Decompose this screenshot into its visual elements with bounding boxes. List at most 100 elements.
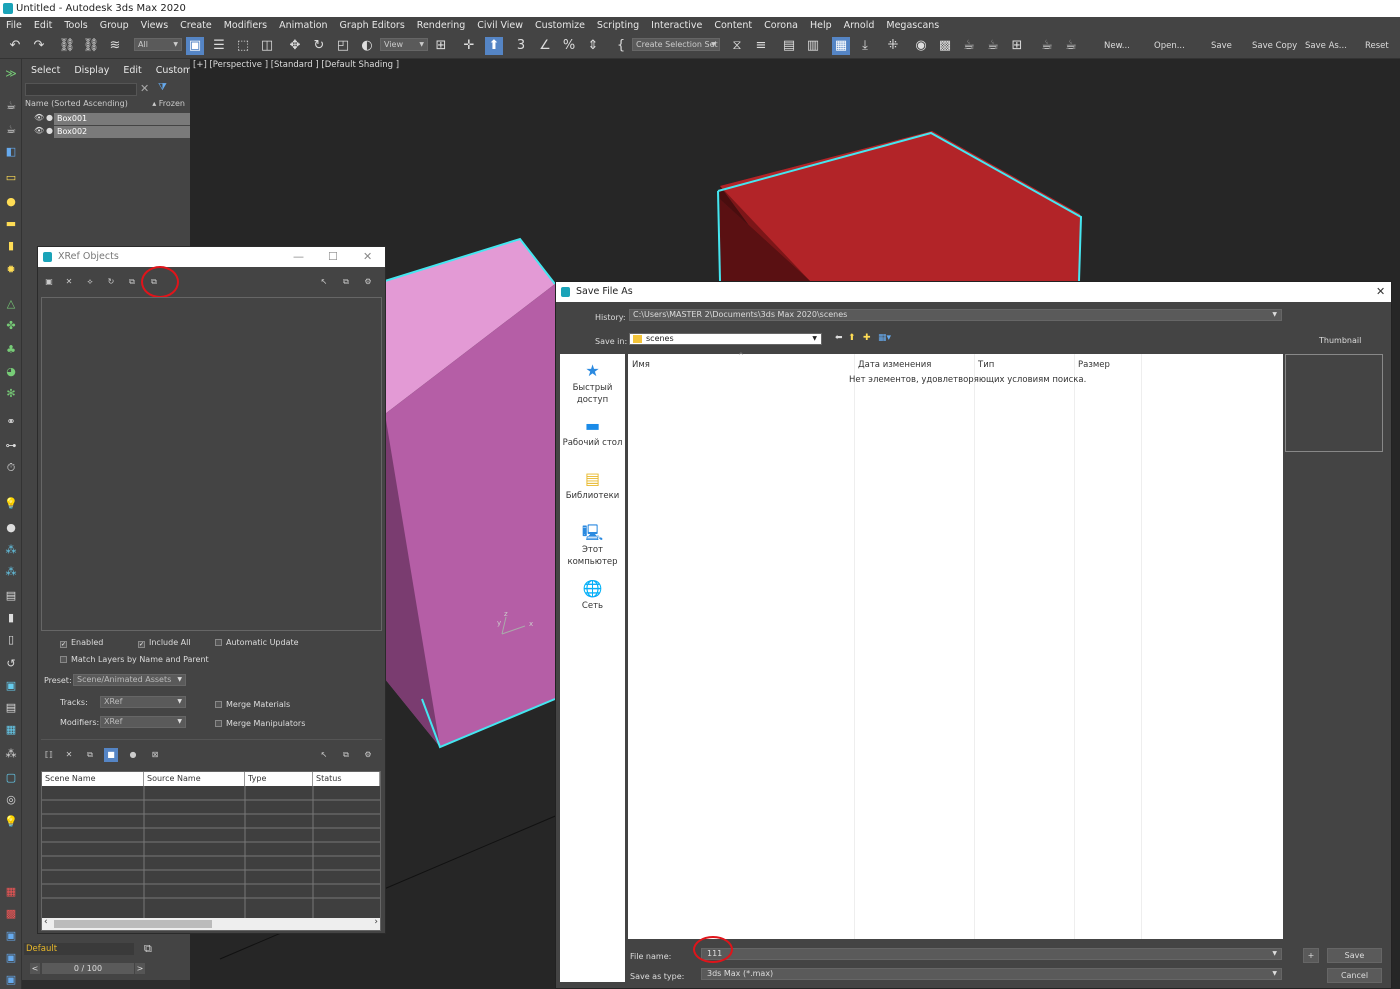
ribbon-toggle-icon[interactable]: ▦: [832, 37, 850, 55]
save-as-type-dropdown[interactable]: 3ds Max (*.max): [701, 968, 1282, 980]
environment-tool-icon[interactable]: ▣: [4, 951, 18, 965]
render-tool-icon[interactable]: ▦: [4, 885, 18, 899]
orbit-tool-icon[interactable]: ◎: [4, 793, 18, 807]
menu-item[interactable]: Rendering: [411, 20, 472, 31]
track-bar[interactable]: [22, 980, 190, 989]
light-create-icon[interactable]: ✹: [4, 263, 18, 277]
xref-files-list[interactable]: [41, 297, 382, 631]
teapot-icon[interactable]: ☕: [4, 99, 18, 113]
col-type[interactable]: Тип: [978, 360, 994, 370]
pivot-center-icon[interactable]: ⊞: [432, 37, 450, 55]
new-folder-icon[interactable]: ✚: [863, 333, 871, 343]
maximize-icon[interactable]: ☐: [328, 247, 338, 267]
menu-item[interactable]: Tools: [58, 20, 93, 31]
snaps-toggle-icon[interactable]: 3: [512, 37, 530, 55]
box-create-icon[interactable]: ▭: [4, 171, 18, 185]
list-controllers-icon[interactable]: ⊠: [148, 748, 162, 762]
grid-tool-icon[interactable]: ▤: [4, 589, 18, 603]
explorer-tab[interactable]: Display: [65, 65, 114, 76]
particles-create-icon[interactable]: ✻: [4, 387, 18, 401]
link-tool-icon[interactable]: ⚭: [4, 415, 18, 429]
save-copy-button[interactable]: Save Copy: [1252, 41, 1297, 51]
menu-item[interactable]: Graph Editors: [334, 20, 411, 31]
explorer-tab[interactable]: Select: [22, 65, 65, 76]
reference-coordinate-dropdown[interactable]: View: [380, 38, 428, 51]
rotate-icon[interactable]: ↻: [310, 37, 328, 55]
modifiers-dropdown[interactable]: XRef: [100, 716, 186, 728]
list-materials-icon[interactable]: ●: [126, 748, 140, 762]
col-source-name[interactable]: Source Name: [144, 772, 245, 786]
unlink-icon[interactable]: ⛓: [82, 37, 100, 55]
interactive-render-icon[interactable]: ☕: [1062, 37, 1080, 55]
render-production-icon[interactable]: ☕: [984, 37, 1002, 55]
motion-tool-icon[interactable]: ⏱: [4, 461, 18, 475]
align-icon[interactable]: ≡: [752, 37, 770, 55]
remove-xref-icon[interactable]: ✕: [62, 275, 76, 289]
xref-settings-icon[interactable]: ⚙: [361, 275, 375, 289]
time-slider[interactable]: 0 / 100: [42, 963, 134, 974]
redo-icon[interactable]: ↷: [30, 37, 48, 55]
menu-item[interactable]: Modifiers: [218, 20, 273, 31]
menu-item[interactable]: Corona: [758, 20, 804, 31]
render-setup-icon[interactable]: ▩: [936, 37, 954, 55]
timeline-prev-button[interactable]: <: [30, 963, 40, 974]
toggle-panel-icon[interactable]: ≫: [4, 67, 18, 81]
history-dropdown[interactable]: C:\Users\MASTER 2\Documents\3ds Max 2020…: [629, 309, 1282, 321]
render-frame-tool-icon[interactable]: ▩: [4, 907, 18, 921]
menu-item[interactable]: Interactive: [645, 20, 708, 31]
menu-item[interactable]: File: [0, 20, 28, 31]
angle-snap-icon[interactable]: ∠: [536, 37, 554, 55]
place-desktop[interactable]: ▬ Рабочий стол: [560, 417, 625, 449]
helpers-create-icon[interactable]: ✤: [4, 319, 18, 333]
up-folder-icon[interactable]: ⬆: [848, 333, 856, 343]
material-editor-icon[interactable]: ◉: [912, 37, 930, 55]
minimize-icon[interactable]: —: [293, 247, 304, 267]
select-from-scene-icon[interactable]: ⧉: [339, 275, 353, 289]
corona-render-icon[interactable]: ☕: [1038, 37, 1056, 55]
save-scene-button[interactable]: Save: [1211, 41, 1232, 51]
render-dot-icon[interactable]: ●: [46, 126, 53, 135]
systems-create-icon[interactable]: ◕: [4, 365, 18, 379]
update-xref-icon[interactable]: ↻: [104, 275, 118, 289]
place-network[interactable]: 🌐 Сеть: [560, 580, 625, 612]
file-name-input[interactable]: 111: [701, 948, 1282, 960]
menu-item[interactable]: Content: [708, 20, 758, 31]
visibility-eye-icon[interactable]: 👁: [34, 113, 44, 122]
spacewarps-create-icon[interactable]: ♣: [4, 343, 18, 357]
refresh-xref-icon[interactable]: ⟡: [83, 275, 97, 289]
undo-icon[interactable]: ↶: [6, 37, 24, 55]
shapes-create-icon[interactable]: △: [4, 297, 18, 311]
layer-selector[interactable]: Default: [24, 943, 134, 955]
reset-scene-button[interactable]: Reset: [1365, 41, 1389, 51]
place-icon[interactable]: ◐: [358, 37, 376, 55]
increment-filename-button[interactable]: +: [1303, 948, 1319, 963]
convert-selected-icon[interactable]: ⧉: [125, 275, 139, 289]
menu-item[interactable]: Create: [174, 20, 218, 31]
explorer-find-input[interactable]: [25, 83, 137, 96]
link-icon[interactable]: ⛓: [58, 37, 76, 55]
automatic-update-checkbox[interactable]: Automatic Update: [215, 638, 299, 647]
effects-tool-icon[interactable]: ▣: [4, 973, 18, 987]
list-objects-active-icon[interactable]: ■: [104, 748, 118, 762]
rectangular-selection-icon[interactable]: ⬚: [234, 37, 252, 55]
container-tool-icon[interactable]: ▢: [4, 771, 18, 785]
render-dot-icon[interactable]: ●: [46, 113, 53, 122]
menu-item[interactable]: Views: [135, 20, 175, 31]
schematic-view-icon[interactable]: ⁜: [884, 37, 902, 55]
timeline-next-button[interactable]: >: [135, 963, 145, 974]
col-date-modified[interactable]: Дата изменения: [858, 360, 931, 370]
edit-named-selection-icon[interactable]: {: [612, 37, 630, 55]
select-object-in-scene-icon[interactable]: ↖: [317, 748, 331, 762]
col-scene-name[interactable]: Scene Name: [42, 772, 144, 786]
menu-item[interactable]: Civil View: [471, 20, 529, 31]
create-xref-record-icon[interactable]: ▣: [42, 275, 56, 289]
object-settings-icon[interactable]: ⚙: [361, 748, 375, 762]
mirror-icon[interactable]: ⧖: [728, 37, 746, 55]
light-lister-icon[interactable]: 💡: [4, 815, 18, 829]
add-object-icon[interactable]: ⟦⟧: [42, 748, 56, 762]
col-status[interactable]: Status: [313, 772, 380, 786]
menu-item[interactable]: Animation: [273, 20, 333, 31]
list-item[interactable]: Box001❄: [54, 113, 206, 125]
column-name[interactable]: Name (Sorted Ascending): [25, 99, 128, 108]
clear-find-icon[interactable]: ✕: [140, 82, 149, 95]
